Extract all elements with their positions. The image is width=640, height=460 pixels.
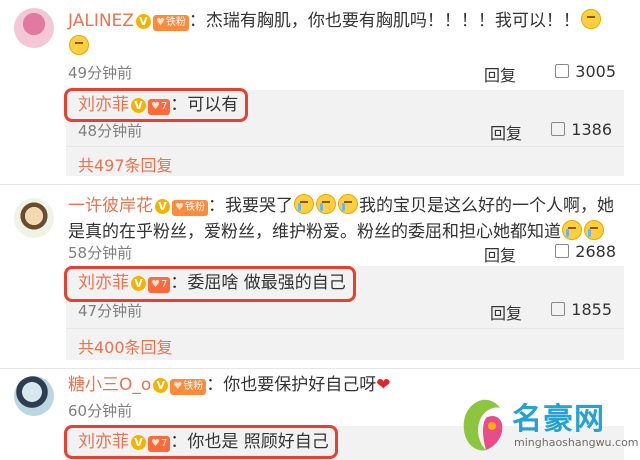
divider [66,146,624,147]
like-count: 3005 [575,62,616,81]
comment-body-a: ：我要哭了 [207,196,293,216]
comment-text: 一许彼岸花 V ♥铁粉 ：我要哭了 我的宝贝是这么好的一个人啊，她是真的在乎粉丝，爱粉丝… [68,193,616,245]
avatar[interactable] [14,8,54,48]
verified-badge-icon: V [155,199,170,214]
watermark-logo-icon [463,399,503,451]
comment-text: JALINEZ V ♥铁粉 ：杰瑞有胸肌，你也要有胸肌吗！！！！我可以！！ [68,8,616,60]
username[interactable]: 糖小三O_o [68,375,151,395]
divider [66,328,624,329]
fan-badge-label: 铁粉 [183,381,204,392]
comment-divider [0,368,640,369]
like-button[interactable]: 3005 [555,62,616,81]
verified-badge-icon: V [153,378,169,393]
avatar[interactable] [14,376,54,416]
timestamp: 47分钟前 [78,302,143,320]
reply-button[interactable]: 回复 [490,300,522,324]
thumbs-up-icon [551,302,566,316]
reply-button[interactable]: 回复 [490,120,522,144]
comment-divider [0,184,640,185]
like-count: 1855 [571,300,612,319]
crying-emoji-icon [293,194,314,214]
timestamp: 58分钟前 [68,244,133,262]
like-button[interactable]: 1386 [551,120,612,139]
thumbs-up-icon [555,244,570,258]
fan-badge: ♥铁粉 [170,379,207,395]
thumbs-up-icon [551,122,566,136]
fan-badge-label: 铁粉 [184,202,205,213]
highlight-box [64,425,338,459]
watermark: 名豪网 minghaoshangwu.com [456,392,640,460]
fan-badge: ♥铁粉 [152,15,189,31]
thumbs-up-icon [555,64,570,78]
crying-emoji-icon [337,194,358,214]
emoji-icon [580,9,601,29]
reply-meta: 47分钟前 回复 1855 [78,300,612,324]
crying-emoji-icon [315,194,336,214]
reply-button[interactable]: 回复 [484,242,516,266]
timestamp: 60分钟前 [68,402,133,420]
emoji-icon [69,35,89,55]
like-count: 1386 [571,120,612,139]
crying-emoji-icon [584,220,604,240]
like-count: 2688 [575,242,616,261]
heart-icon: ♥ [173,381,183,392]
reply-button[interactable]: 回复 [484,62,516,86]
verified-badge-icon: V [135,14,151,29]
like-button[interactable]: 1855 [551,300,612,319]
timestamp: 48分钟前 [78,122,143,140]
fan-badge-label: 铁粉 [165,17,186,28]
reply-meta: 48分钟前 回复 1386 [78,120,612,144]
comment-meta: 58分钟前 回复 2688 [68,242,616,266]
watermark-url: minghaoshangwu.com [514,436,639,449]
fan-badge: ♥铁粉 [172,200,208,216]
highlight-box [64,266,356,302]
more-replies-link[interactable]: 共497条回复 [78,152,173,176]
more-replies-link[interactable]: 共400条回复 [78,334,173,358]
comment-body: ：你也要保护好自己呀 [206,375,377,395]
username[interactable]: 一许彼岸花 [68,196,153,216]
comment-meta: 49分钟前 回复 3005 [68,62,616,86]
avatar[interactable] [14,198,54,238]
heart-icon: ♥ [175,202,184,213]
timestamp: 49分钟前 [68,64,133,82]
username[interactable]: JALINEZ [68,11,134,31]
highlight-box [64,88,248,122]
watermark-title: 名豪网 [512,402,605,437]
comment-body: ：杰瑞有胸肌，你也要有胸肌吗！！！！我可以！！ [188,11,580,31]
heart-icon: ♥ [155,17,165,28]
red-heart-icon: ❤ [376,375,391,395]
crying-emoji-icon [562,220,582,240]
like-button[interactable]: 2688 [555,242,616,261]
